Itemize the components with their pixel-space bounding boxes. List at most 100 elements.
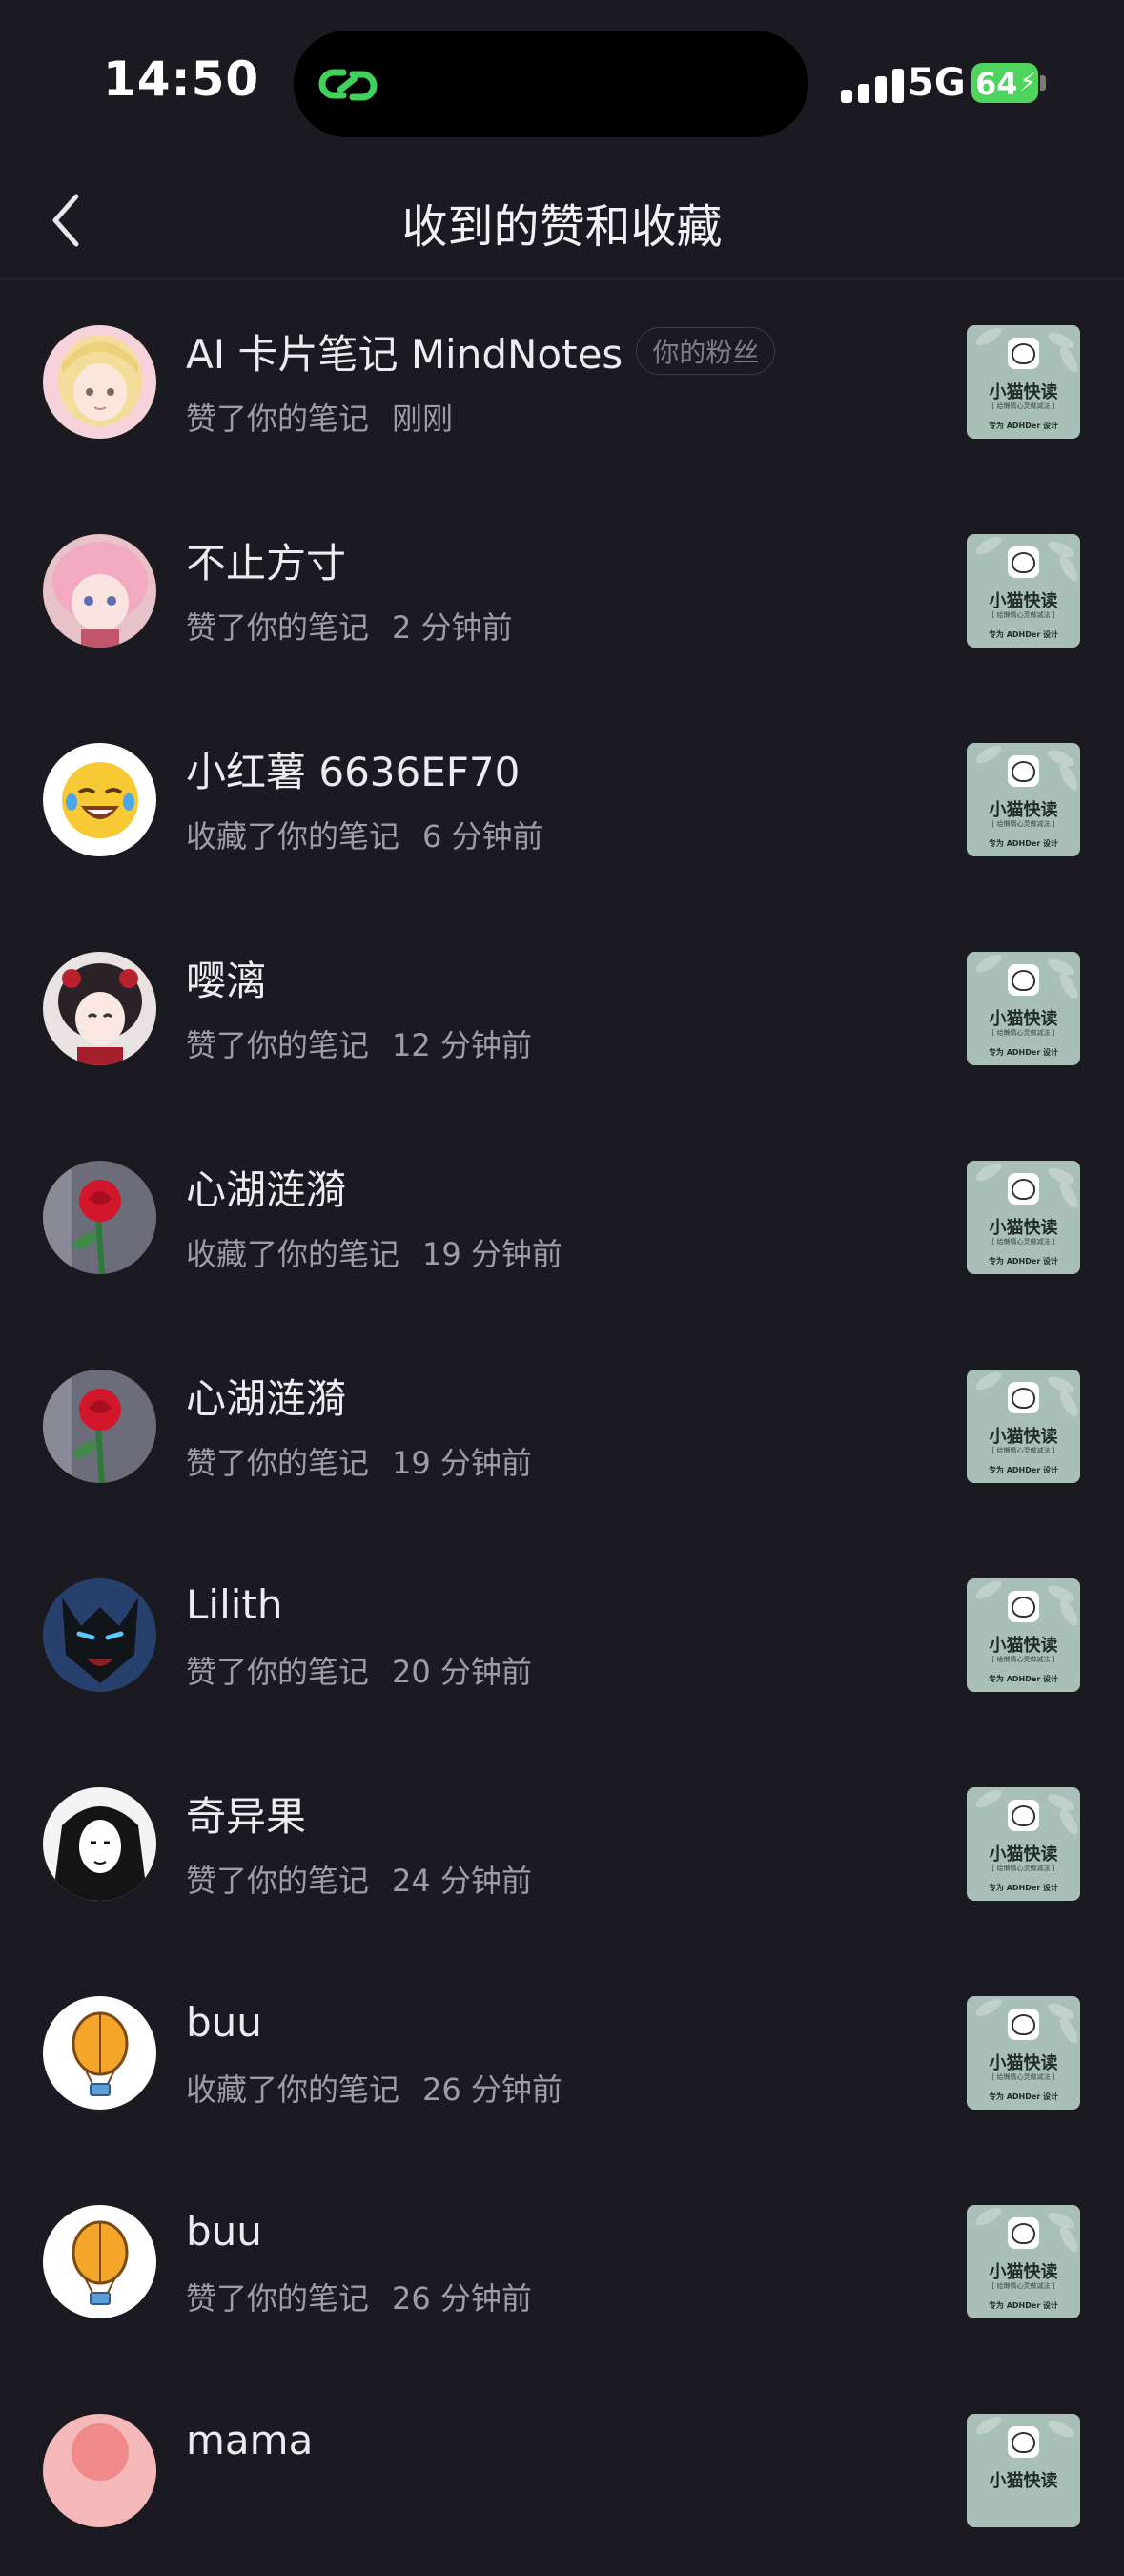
link-app-icon	[318, 69, 378, 101]
notification-item[interactable]: AI 卡片笔记 MindNotes 你的粉丝 赞了你的笔记 刚刚 小猫快读 [ 给…	[0, 278, 1124, 487]
name-row: 嘤漓	[186, 949, 266, 1006]
notification-item[interactable]: 心湖涟漪 收藏了你的笔记 19 分钟前 小猫快读 [ 给懒惰心灵做减法 ] 专为 …	[0, 1114, 1124, 1323]
note-thumbnail[interactable]: 小猫快读 [ 给懒惰心灵做减法 ] 专为 ADHDer 设计	[967, 1370, 1080, 1483]
notification-item[interactable]: 奇异果 赞了你的笔记 24 分钟前 小猫快读 [ 给懒惰心灵做减法 ] 专为 AD…	[0, 1741, 1124, 1949]
activity-time: 19 分钟前	[422, 1236, 562, 1272]
thumb-title: 小猫快读	[989, 2262, 1058, 2282]
activity-time: 26 分钟前	[392, 2280, 532, 2317]
thumb-subtitle: [ 给懒惰心灵做减法 ]	[991, 820, 1055, 828]
note-thumbnail[interactable]: 小猫快读 [ 给懒惰心灵做减法 ] 专为 ADHDer 设计	[967, 1578, 1080, 1692]
name-row: mama	[186, 2411, 313, 2468]
thumb-title: 小猫快读	[989, 1427, 1058, 1447]
avatar[interactable]	[43, 534, 156, 648]
user-name[interactable]: AI 卡片笔记 MindNotes	[186, 322, 623, 381]
activity-meta: 赞了你的笔记 12 分钟前	[186, 1021, 532, 1065]
name-row: 心湖涟漪	[186, 1158, 346, 1215]
page-title: 收到的赞和收藏	[401, 200, 723, 254]
user-name[interactable]: 心湖涟漪	[186, 1158, 346, 1216]
notification-item[interactable]: buu 赞了你的笔记 26 分钟前 小猫快读 [ 给懒惰心灵做减法 ] 专为 AD…	[0, 2158, 1124, 2367]
user-name[interactable]: 小红薯 6636EF70	[186, 740, 520, 798]
thumb-footer: 专为 ADHDer 设计	[988, 839, 1059, 848]
name-row: AI 卡片笔记 MindNotes 你的粉丝	[186, 322, 776, 381]
cat-logo-icon	[1008, 546, 1039, 578]
status-bar: 14:50 5G 64 ⚡	[0, 0, 1124, 162]
notification-item[interactable]: 不止方寸 赞了你的笔记 2 分钟前 小猫快读 [ 给懒惰心灵做减法 ] 专为 AD…	[0, 487, 1124, 696]
name-row: 奇异果	[186, 1784, 306, 1842]
user-name[interactable]: Lilith	[186, 1581, 283, 1628]
note-thumbnail[interactable]: 小猫快读	[967, 2414, 1080, 2527]
red-rose-avatar-icon	[43, 1161, 156, 1274]
avatar[interactable]	[43, 743, 156, 856]
thumb-subtitle: [ 给懒惰心灵做减法 ]	[991, 1447, 1055, 1454]
battery-level: 64	[975, 66, 1018, 102]
avatar[interactable]	[43, 2414, 156, 2527]
user-name[interactable]: mama	[186, 2417, 313, 2463]
activity-time: 6 分钟前	[422, 818, 543, 855]
battery-icon: 64 ⚡	[971, 63, 1046, 103]
note-thumbnail[interactable]: 小猫快读 [ 给懒惰心灵做减法 ] 专为 ADHDer 设计	[967, 534, 1080, 648]
cat-logo-icon	[1008, 338, 1039, 369]
name-row: 不止方寸	[186, 531, 346, 588]
notification-item[interactable]: mama 小猫快读	[0, 2367, 1124, 2576]
name-row: buu	[186, 2202, 262, 2259]
activity-meta: 收藏了你的笔记 19 分钟前	[186, 1230, 562, 1274]
avatar[interactable]	[43, 1370, 156, 1483]
activity-time: 2 分钟前	[392, 609, 513, 646]
avatar[interactable]	[43, 325, 156, 439]
thumb-title: 小猫快读	[989, 2053, 1058, 2073]
avatar[interactable]	[43, 2205, 156, 2318]
activity-action: 赞了你的笔记	[186, 1863, 370, 1899]
avatar[interactable]	[43, 1161, 156, 1274]
thumb-title: 小猫快读	[989, 1844, 1058, 1865]
thumb-footer: 专为 ADHDer 设计	[988, 2301, 1059, 2310]
note-thumbnail[interactable]: 小猫快读 [ 给懒惰心灵做减法 ] 专为 ADHDer 设计	[967, 325, 1080, 439]
thumb-title: 小猫快读	[989, 1636, 1058, 1656]
activity-action: 赞了你的笔记	[186, 2280, 370, 2317]
activity-time: 24 分钟前	[392, 1863, 532, 1899]
avatar[interactable]	[43, 952, 156, 1065]
activity-action: 收藏了你的笔记	[186, 1236, 400, 1272]
user-name[interactable]: 奇异果	[186, 1784, 306, 1843]
avatar[interactable]	[43, 1578, 156, 1692]
name-row: buu	[186, 1993, 262, 2050]
thumb-title: 小猫快读	[989, 2471, 1058, 2491]
cellular-signal-icon	[841, 67, 909, 103]
activity-time: 刚刚	[392, 401, 454, 437]
name-row: Lilith	[186, 1576, 283, 1633]
avatar[interactable]	[43, 1787, 156, 1901]
thumb-footer: 专为 ADHDer 设计	[988, 1257, 1059, 1266]
notification-item[interactable]: 小红薯 6636EF70 收藏了你的笔记 6 分钟前 小猫快读 [ 给懒惰心灵做减…	[0, 696, 1124, 905]
notification-item[interactable]: 嘤漓 赞了你的笔记 12 分钟前 小猫快读 [ 给懒惰心灵做减法 ] 专为 ADH…	[0, 905, 1124, 1114]
user-name[interactable]: 嘤漓	[186, 949, 266, 1007]
note-thumbnail[interactable]: 小猫快读 [ 给懒惰心灵做减法 ] 专为 ADHDer 设计	[967, 1161, 1080, 1274]
user-name[interactable]: 心湖涟漪	[186, 1367, 346, 1425]
cat-logo-icon	[1008, 2217, 1039, 2249]
avatar[interactable]	[43, 1996, 156, 2110]
note-thumbnail[interactable]: 小猫快读 [ 给懒惰心灵做减法 ] 专为 ADHDer 设计	[967, 1787, 1080, 1901]
notification-item[interactable]: buu 收藏了你的笔记 26 分钟前 小猫快读 [ 给懒惰心灵做减法 ] 专为 A…	[0, 1949, 1124, 2158]
hot-air-balloon-avatar-icon	[43, 1996, 156, 2110]
name-row: 小红薯 6636EF70	[186, 740, 520, 797]
user-name[interactable]: buu	[186, 1999, 262, 2046]
activity-action: 收藏了你的笔记	[186, 2071, 400, 2108]
activity-meta: 赞了你的笔记 刚刚	[186, 395, 453, 439]
anime-dark-hair-avatar-icon	[43, 952, 156, 1065]
activity-action: 赞了你的笔记	[186, 1445, 370, 1481]
activity-time: 20 分钟前	[392, 1654, 532, 1690]
note-thumbnail[interactable]: 小猫快读 [ 给懒惰心灵做减法 ] 专为 ADHDer 设计	[967, 952, 1080, 1065]
thumb-subtitle: [ 给懒惰心灵做减法 ]	[991, 1029, 1055, 1037]
notification-item[interactable]: 心湖涟漪 赞了你的笔记 19 分钟前 小猫快读 [ 给懒惰心灵做减法 ] 专为 A…	[0, 1323, 1124, 1532]
user-name[interactable]: buu	[186, 2208, 262, 2255]
thumb-title: 小猫快读	[989, 1009, 1058, 1029]
note-thumbnail[interactable]: 小猫快读 [ 给懒惰心灵做减法 ] 专为 ADHDer 设计	[967, 743, 1080, 856]
note-thumbnail[interactable]: 小猫快读 [ 给懒惰心灵做减法 ] 专为 ADHDer 设计	[967, 2205, 1080, 2318]
charging-bolt-icon: ⚡	[1019, 69, 1037, 97]
dynamic-island	[294, 31, 808, 137]
red-rose-avatar-icon	[43, 1370, 156, 1483]
notification-item[interactable]: Lilith 赞了你的笔记 20 分钟前 小猫快读 [ 给懒惰心灵做减法 ] 专为…	[0, 1532, 1124, 1741]
user-name[interactable]: 不止方寸	[186, 531, 346, 589]
thumb-subtitle: [ 给懒惰心灵做减法 ]	[991, 2282, 1055, 2290]
nav-bar: 收到的赞和收藏	[0, 162, 1124, 279]
note-thumbnail[interactable]: 小猫快读 [ 给懒惰心灵做减法 ] 专为 ADHDer 设计	[967, 1996, 1080, 2110]
activity-time: 26 分钟前	[422, 2071, 562, 2108]
